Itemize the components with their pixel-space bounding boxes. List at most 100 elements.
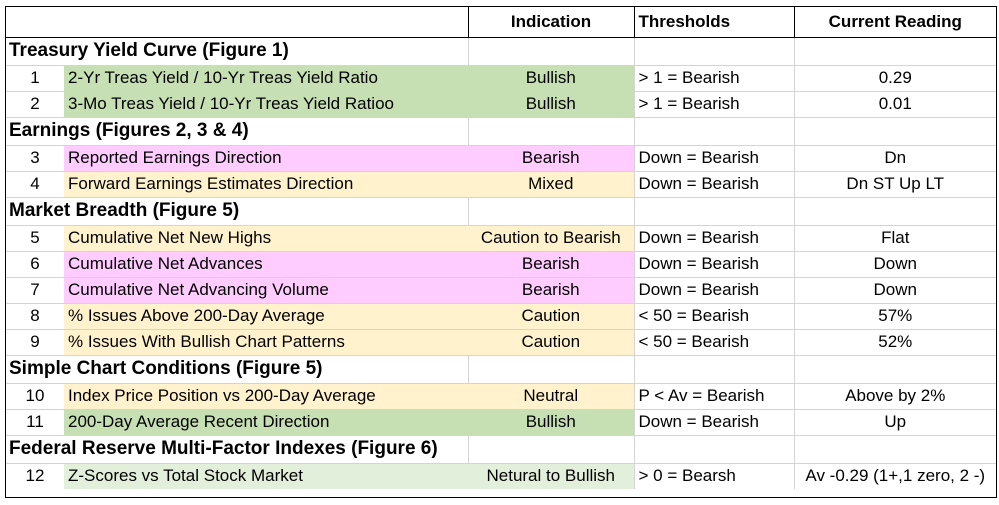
header-thresholds[interactable]: Thresholds bbox=[633, 7, 794, 38]
current-reading-cell[interactable]: 52% bbox=[793, 328, 996, 355]
section-threshold-cell[interactable] bbox=[633, 36, 794, 65]
table-row: 5 Cumulative Net New Highs Caution to Bear… bbox=[6, 224, 996, 251]
indicator-label[interactable]: 200-Day Average Recent Direction bbox=[64, 408, 468, 435]
threshold-cell[interactable]: Down = Bearish bbox=[633, 250, 794, 277]
indicator-label[interactable]: Cumulative Net Advances bbox=[64, 250, 468, 277]
table-row: 3 Reported Earnings Direction Bearish Down … bbox=[6, 144, 996, 171]
indication-cell[interactable]: Bullish bbox=[468, 64, 634, 91]
current-reading-cell[interactable]: 57% bbox=[793, 302, 996, 329]
row-number[interactable]: 9 bbox=[6, 328, 64, 355]
indicator-label[interactable]: Cumulative Net New Highs bbox=[64, 224, 468, 251]
table-row: 10 Index Price Position vs 200-Day Averag… bbox=[6, 382, 996, 409]
threshold-cell[interactable]: < 50 = Bearish bbox=[633, 302, 794, 329]
indication-cell[interactable]: Netural to Bullish bbox=[468, 462, 634, 489]
threshold-cell[interactable]: Down = Bearish bbox=[633, 170, 794, 197]
indicator-label[interactable]: 3-Mo Treas Yield / 10-Yr Treas Yield Rat… bbox=[64, 90, 468, 117]
section-indication-cell[interactable] bbox=[467, 36, 634, 65]
header-row: Indication Thresholds Current Reading bbox=[6, 7, 996, 38]
threshold-cell[interactable]: > 1 = Bearish bbox=[633, 90, 794, 117]
current-reading-cell[interactable]: Flat bbox=[793, 224, 996, 251]
threshold-cell[interactable]: P < Av = Bearish bbox=[633, 382, 794, 409]
indication-cell[interactable]: Bullish bbox=[468, 408, 634, 435]
row-number[interactable]: 7 bbox=[6, 276, 64, 303]
section-row: Simple Chart Conditions (Figure 5) bbox=[6, 354, 996, 383]
section-reading-cell[interactable] bbox=[793, 196, 996, 225]
indication-cell[interactable]: Bearish bbox=[468, 144, 634, 171]
row-number[interactable]: 5 bbox=[6, 224, 64, 251]
section-threshold-cell[interactable] bbox=[633, 434, 794, 463]
section-title[interactable]: Earnings (Figures 2, 3 & 4) bbox=[6, 116, 468, 145]
row-number[interactable]: 10 bbox=[6, 382, 64, 409]
indication-cell[interactable]: Caution bbox=[468, 302, 634, 329]
threshold-cell[interactable]: Down = Bearish bbox=[633, 276, 794, 303]
indication-cell[interactable]: Caution to Bearish bbox=[468, 224, 634, 251]
table-row: 11 200-Day Average Recent Direction Bullis… bbox=[6, 408, 996, 435]
current-reading-cell[interactable]: Down bbox=[793, 250, 996, 277]
header-current-reading[interactable]: Current Reading bbox=[793, 7, 996, 38]
row-number[interactable]: 11 bbox=[6, 408, 64, 435]
row-number[interactable]: 8 bbox=[6, 302, 64, 329]
section-threshold-cell[interactable] bbox=[633, 116, 794, 145]
table-row: 6 Cumulative Net Advances Bearish Down = Be… bbox=[6, 250, 996, 277]
indication-cell[interactable]: Mixed bbox=[468, 170, 634, 197]
indication-cell[interactable]: Caution bbox=[468, 328, 634, 355]
row-number[interactable]: 1 bbox=[6, 64, 64, 91]
indicator-label[interactable]: % Issues Above 200-Day Average bbox=[64, 302, 468, 329]
table-row: 9% Issues With Bullish Chart Patterns Cau… bbox=[6, 328, 996, 355]
current-reading-cell[interactable]: Dn ST Up LT bbox=[793, 170, 996, 197]
table-row: 7 Cumulative Net Advancing Volume Bearish D… bbox=[6, 276, 996, 303]
section-indication-cell[interactable] bbox=[467, 354, 634, 383]
current-reading-cell[interactable]: Dn bbox=[793, 144, 996, 171]
threshold-cell[interactable]: < 50 = Bearish bbox=[633, 328, 794, 355]
threshold-cell[interactable]: > 0 = Bearsh bbox=[633, 462, 794, 489]
section-row: Earnings (Figures 2, 3 & 4) bbox=[6, 116, 996, 145]
current-reading-cell[interactable]: Down bbox=[793, 276, 996, 303]
row-number[interactable]: 12 bbox=[6, 462, 64, 489]
threshold-cell[interactable]: > 1 = Bearish bbox=[633, 64, 794, 91]
section-reading-cell[interactable] bbox=[793, 116, 996, 145]
indicator-table: Indication Thresholds Current Reading Tr… bbox=[6, 7, 996, 489]
indicator-label[interactable]: 2-Yr Treas Yield / 10-Yr Treas Yield Rat… bbox=[64, 64, 468, 91]
indication-cell[interactable]: Bearish bbox=[468, 250, 634, 277]
section-reading-cell[interactable] bbox=[793, 36, 996, 65]
section-reading-cell[interactable] bbox=[793, 434, 996, 463]
indicator-spreadsheet: Indication Thresholds Current Reading Tr… bbox=[5, 6, 997, 498]
current-reading-cell[interactable]: Av -0.29 (1+,1 zero, 2 -) bbox=[793, 462, 996, 489]
section-title[interactable]: Federal Reserve Multi-Factor Indexes (Fi… bbox=[6, 434, 468, 463]
indicator-label[interactable]: Reported Earnings Direction bbox=[64, 144, 468, 171]
threshold-cell[interactable]: Down = Bearish bbox=[633, 144, 794, 171]
indication-cell[interactable]: Bullish bbox=[468, 90, 634, 117]
indicator-label[interactable]: Z-Scores vs Total Stock Market bbox=[64, 462, 468, 489]
section-threshold-cell[interactable] bbox=[633, 196, 794, 225]
section-row: Treasury Yield Curve (Figure 1) bbox=[6, 36, 996, 65]
section-threshold-cell[interactable] bbox=[633, 354, 794, 383]
current-reading-cell[interactable]: 0.29 bbox=[793, 64, 996, 91]
section-indication-cell[interactable] bbox=[467, 434, 634, 463]
indication-cell[interactable]: Neutral bbox=[468, 382, 634, 409]
indicator-label[interactable]: Cumulative Net Advancing Volume bbox=[64, 276, 468, 303]
table-row: 2 3-Mo Treas Yield / 10-Yr Treas Yield Ra… bbox=[6, 90, 996, 117]
section-indication-cell[interactable] bbox=[467, 196, 634, 225]
section-title[interactable]: Treasury Yield Curve (Figure 1) bbox=[6, 36, 468, 65]
indication-cell[interactable]: Bearish bbox=[468, 276, 634, 303]
table-row: 8% Issues Above 200-Day Average Caution < … bbox=[6, 302, 996, 329]
current-reading-cell[interactable]: Up bbox=[793, 408, 996, 435]
current-reading-cell[interactable]: Above by 2% bbox=[793, 382, 996, 409]
row-number[interactable]: 3 bbox=[6, 144, 64, 171]
section-row: Federal Reserve Multi-Factor Indexes (Fi… bbox=[6, 434, 996, 463]
row-number[interactable]: 4 bbox=[6, 170, 64, 197]
section-indication-cell[interactable] bbox=[467, 116, 634, 145]
section-reading-cell[interactable] bbox=[793, 354, 996, 383]
row-number[interactable]: 2 bbox=[6, 90, 64, 117]
threshold-cell[interactable]: Down = Bearish bbox=[633, 408, 794, 435]
current-reading-cell[interactable]: 0.01 bbox=[793, 90, 996, 117]
indicator-label[interactable]: Index Price Position vs 200-Day Average bbox=[64, 382, 468, 409]
indicator-label[interactable]: Forward Earnings Estimates Direction bbox=[64, 170, 468, 197]
row-number[interactable]: 6 bbox=[6, 250, 64, 277]
section-title[interactable]: Simple Chart Conditions (Figure 5) bbox=[6, 354, 468, 383]
header-blank-cell[interactable] bbox=[6, 7, 468, 38]
section-title[interactable]: Market Breadth (Figure 5) bbox=[6, 196, 468, 225]
header-indication[interactable]: Indication bbox=[467, 7, 634, 38]
indicator-label[interactable]: % Issues With Bullish Chart Patterns bbox=[64, 328, 468, 355]
threshold-cell[interactable]: Down = Bearish bbox=[633, 224, 794, 251]
